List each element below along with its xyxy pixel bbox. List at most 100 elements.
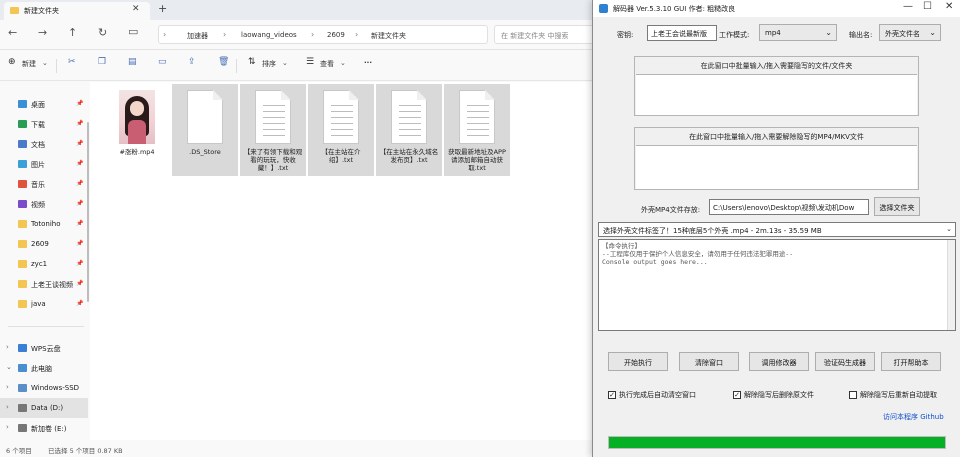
chevron-right-icon[interactable]: ›	[6, 343, 9, 351]
storage-path-field[interactable]: C:\Users\lenovo\Desktop\视频\发动机Dow	[709, 199, 869, 215]
file-item[interactable]: 【在主站在介绍】.txt	[308, 84, 374, 176]
shell-file-dropdown[interactable]: 选择外壳文件标签了！15种底层5个外壳 .mp4 - 2m.13s - 35.5…	[598, 222, 956, 237]
file-item[interactable]: 【来了有领下载和观看的玩玩，快收藏！】.txt	[240, 84, 306, 176]
chevron-down-icon[interactable]: ⌄	[6, 363, 12, 371]
clear-window-button[interactable]: 清除窗口	[679, 352, 739, 371]
file-item[interactable]: .DS_Store	[172, 84, 238, 176]
close-icon[interactable]: ✕	[132, 4, 140, 14]
more-options-button[interactable]: ···	[364, 59, 372, 67]
sidebar-item-label: 桌面	[31, 101, 45, 109]
breadcrumb[interactable]: laowang_videos	[241, 31, 297, 39]
breadcrumb[interactable]: 加速器	[187, 31, 208, 41]
search-input[interactable]: 在 新建文件夹 中搜索	[494, 25, 594, 44]
output-select[interactable]: 外壳文件名 ⌄	[879, 24, 941, 41]
progress-bar	[608, 436, 946, 449]
sidebar-item-label: 2609	[31, 240, 49, 248]
copy-icon[interactable]: ❐	[98, 57, 108, 67]
checkbox-label: 解除隐写后重新自动提取	[860, 391, 937, 399]
sidebar-item-[interactable]: 文档 📌	[0, 134, 88, 154]
scrollbar[interactable]	[87, 122, 89, 302]
view-button[interactable]: 查看	[320, 59, 334, 69]
sidebar-item-[interactable]: 上老王谈视频 📌	[0, 274, 88, 294]
view-icon: ☰	[306, 57, 315, 67]
scrollbar[interactable]	[947, 240, 955, 330]
sidebar-item-e[interactable]: › 新加卷 (E:)	[0, 418, 88, 438]
rename-icon[interactable]: ▭	[158, 57, 168, 67]
output-value: 外壳文件名	[885, 30, 920, 38]
drive-icon	[18, 424, 27, 432]
pin-icon: 📌	[76, 200, 84, 207]
maximize-icon[interactable]: ☐	[923, 1, 932, 12]
pin-icon: 📌	[76, 300, 84, 307]
checkbox-box[interactable]: ✓	[733, 391, 741, 399]
mode-select[interactable]: mp4 ⌄	[759, 24, 837, 41]
file-explorer-window: 新建文件夹 ✕ + ← → ↑ ↻ ▭ › 加速器 › laowang_vide…	[0, 0, 596, 457]
chevron-right-icon[interactable]: ›	[6, 403, 9, 411]
drive-icon	[18, 384, 27, 392]
breadcrumb[interactable]: 新建文件夹	[371, 31, 406, 41]
chevron-down-icon: ⌄	[42, 59, 48, 67]
unhide-files-input[interactable]	[636, 145, 917, 189]
forward-icon[interactable]: →	[38, 26, 47, 39]
computer-icon	[18, 364, 27, 372]
sidebar-item-label: WPS云盘	[31, 345, 61, 353]
paste-icon[interactable]: ▤	[128, 57, 138, 67]
folder-icon	[18, 220, 27, 228]
sidebar-item-[interactable]: 桌面 📌	[0, 94, 88, 114]
sidebar-item-[interactable]: 音乐 📌	[0, 174, 88, 194]
sort-button[interactable]: 排序	[262, 59, 276, 69]
title-bar: 解码器 Ver.5.3.10 GUI 作者: 粗糙改良 — ☐ ✕	[593, 0, 960, 17]
sidebar-item-wps[interactable]: › WPS云盘	[0, 338, 88, 358]
sidebar-item-totoniho[interactable]: Totoniho 📌	[0, 214, 88, 234]
cut-icon[interactable]: ✂	[68, 57, 78, 67]
address-bar[interactable]: › 加速器 › laowang_videos › 2609 › 新建文件夹	[158, 25, 488, 44]
refresh-icon[interactable]: ↻	[98, 26, 107, 39]
file-item[interactable]: 获取最新地址及APP请添加邮箱自动获取.txt	[444, 84, 510, 176]
breadcrumb[interactable]: 2609	[327, 31, 345, 39]
sidebar-item-windows-ssd[interactable]: › Windows-SSD	[0, 378, 88, 398]
new-tab-button[interactable]: +	[158, 2, 167, 15]
sidebar-item-zyc1[interactable]: zyc1 📌	[0, 254, 88, 274]
sidebar-item-[interactable]: 视频 📌	[0, 194, 88, 214]
chevron-right-icon[interactable]: ›	[6, 423, 9, 431]
sidebar-item-[interactable]: 图片 📌	[0, 154, 88, 174]
this-pc-icon[interactable]: ▭	[128, 25, 138, 38]
back-icon[interactable]: ←	[8, 26, 17, 39]
auto-extract-checkbox[interactable]: 解除隐写后重新自动提取	[849, 390, 937, 400]
delete-icon[interactable]: 🗑	[218, 57, 229, 67]
code-generator-button[interactable]: 验证码生成器	[815, 352, 875, 371]
hide-files-input[interactable]	[636, 74, 917, 115]
delete-original-checkbox[interactable]: ✓ 解除隐写后删除原文件	[733, 390, 814, 400]
tab-new-folder[interactable]: 新建文件夹 ✕	[4, 2, 150, 20]
sidebar-item-label: 文档	[31, 141, 45, 149]
file-item[interactable]: #涨粉.mp4	[104, 84, 170, 176]
file-name: .DS_Store	[189, 148, 221, 156]
start-button[interactable]: 开始执行	[608, 352, 668, 371]
auto-clear-checkbox[interactable]: ✓ 执行完成后自动清空窗口	[608, 390, 696, 400]
hide-files-group: 在此窗口中批量输入/拖入需要隐写的文件/文件夹	[634, 56, 919, 116]
github-link[interactable]: 访问本程序 Github	[883, 412, 944, 422]
plus-icon: ⊕	[8, 57, 16, 67]
minimize-icon[interactable]: —	[903, 1, 913, 12]
folder-icon	[18, 300, 27, 308]
modifier-button[interactable]: 调用修改器	[749, 352, 809, 371]
checkbox-box[interactable]: ✓	[608, 391, 616, 399]
console-output[interactable]: 【命令执行】 --工程库仅用于保护个人信息安全，请勿用于任何违法犯罪用途-- C…	[598, 239, 956, 331]
command-bar: ⊕ 新建 ⌄ ✂ ❐ ▤ ▭ ⇪ 🗑 ⇅ 排序 ⌄ ☰ 查看 ⌄ ···	[0, 51, 596, 81]
sidebar-item-[interactable]: 下载 📌	[0, 114, 88, 134]
share-icon[interactable]: ⇪	[188, 57, 198, 67]
close-icon[interactable]: ✕	[945, 1, 953, 12]
sidebar-item-data-d[interactable]: › Data (D:)	[0, 398, 88, 418]
sidebar-item-java[interactable]: java 📌	[0, 294, 88, 314]
cloud-icon	[18, 344, 27, 352]
chevron-right-icon[interactable]: ›	[6, 383, 9, 391]
new-button[interactable]: 新建	[22, 59, 36, 69]
checkbox-box[interactable]	[849, 391, 857, 399]
sidebar-item-2609[interactable]: 2609 📌	[0, 234, 88, 254]
choose-folder-button[interactable]: 选择文件夹	[874, 197, 920, 216]
codec-field[interactable]: 上老王会说最新版	[647, 25, 717, 41]
sidebar-item-[interactable]: ⌄ 此电脑	[0, 358, 88, 378]
file-item[interactable]: 【在主站在永久域名发布页】.txt	[376, 84, 442, 176]
open-help-button[interactable]: 打开帮助本	[881, 352, 941, 371]
up-icon[interactable]: ↑	[68, 26, 77, 39]
